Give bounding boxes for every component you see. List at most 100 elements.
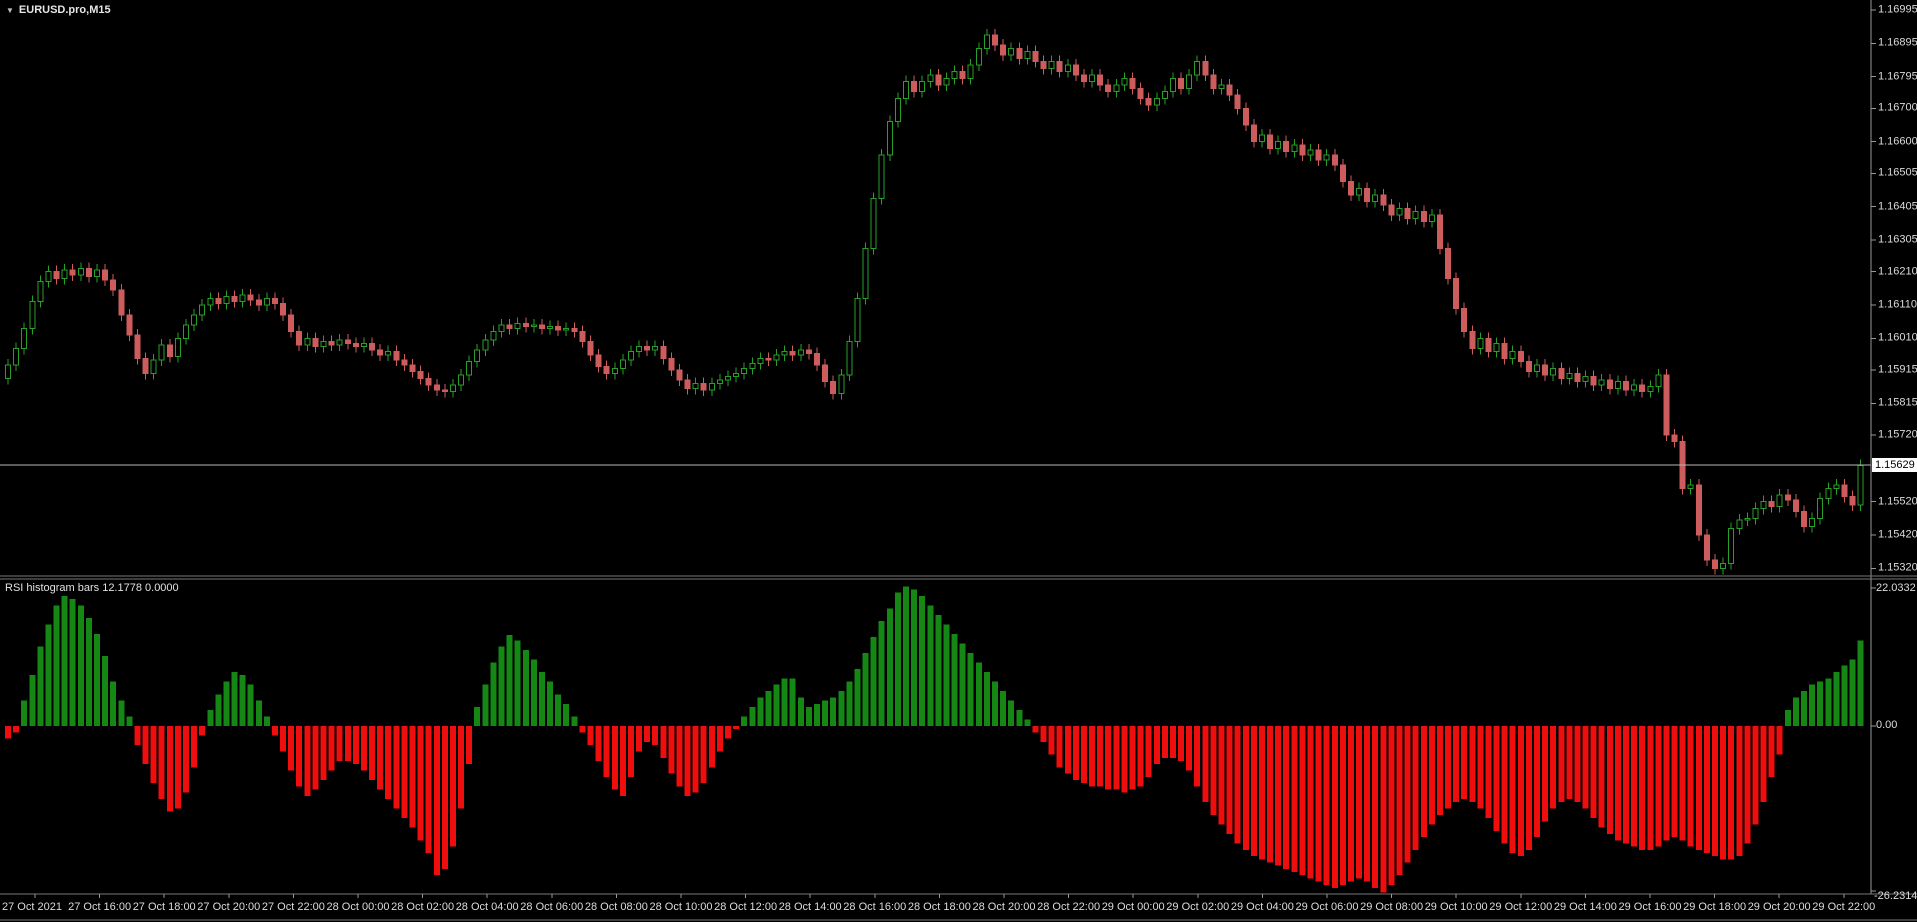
bear-candle (539, 325, 544, 328)
histogram-bar-up (1858, 640, 1864, 726)
bear-candle (685, 380, 690, 388)
histogram-bar-down (604, 726, 610, 777)
price-axis-label: 1.16700 (1878, 102, 1917, 115)
histogram-bar-down (1534, 726, 1540, 837)
price-axis-label: 1.15520 (1878, 495, 1917, 508)
histogram-bar-up (838, 691, 844, 726)
chart-canvas[interactable] (0, 0, 1917, 922)
bull-candle (620, 360, 625, 368)
bear-candle (1316, 150, 1321, 160)
bear-candle (353, 343, 358, 346)
histogram-bar-up (757, 697, 763, 726)
histogram-bar-down (1502, 726, 1508, 843)
histogram-bar-down (1704, 726, 1710, 853)
histogram-bar-down (1744, 726, 1750, 843)
histogram-bar-up (822, 701, 828, 726)
histogram-bar-down (1510, 726, 1516, 853)
histogram-bar-down (612, 726, 618, 790)
histogram-bar-up (498, 647, 504, 726)
histogram-bar-down (685, 726, 691, 796)
bull-candle (1259, 135, 1264, 142)
histogram-bar-down (288, 726, 294, 770)
histogram-bar-down (1639, 726, 1645, 850)
histogram-bar-down (1437, 726, 1443, 815)
bear-candle (1098, 75, 1103, 85)
bear-candle (70, 270, 75, 275)
bull-candle (1373, 195, 1378, 202)
bull-candle (1510, 352, 1515, 359)
histogram-bar-down (167, 726, 173, 812)
bear-candle (1381, 195, 1386, 205)
histogram-bar-down (410, 726, 416, 828)
histogram-bar-down (1469, 726, 1475, 802)
histogram-bar-up (903, 586, 909, 726)
bear-candle (1850, 497, 1855, 505)
bear-candle (1284, 142, 1289, 152)
histogram-bar-down (1461, 726, 1467, 799)
bear-candle (912, 82, 917, 92)
bear-candle (127, 315, 132, 335)
histogram-bar-down (1356, 726, 1362, 878)
bull-candle (6, 365, 11, 378)
bear-candle (1041, 62, 1046, 69)
histogram-bar-up (790, 678, 796, 726)
histogram-bar-up (1793, 697, 1799, 726)
histogram-bar-down (1332, 726, 1338, 888)
histogram-bar-down (337, 726, 343, 761)
histogram-bar-down (579, 726, 585, 732)
histogram-bar-up (523, 650, 529, 726)
bear-candle (370, 343, 375, 350)
time-axis-label: 27 Oct 2021 (2, 901, 62, 914)
bear-candle (103, 270, 108, 280)
bull-candle (483, 340, 488, 350)
histogram-bar-down (1081, 726, 1087, 783)
bear-candle (1793, 500, 1798, 512)
histogram-bar-down (1396, 726, 1402, 875)
bull-candle (337, 340, 342, 345)
bull-candle (491, 332, 496, 340)
bear-candle (1696, 485, 1701, 535)
histogram-bar-down (676, 726, 682, 786)
histogram-bar-down (1162, 726, 1168, 758)
price-axis-label: 1.16600 (1878, 135, 1917, 148)
histogram-bar-up (911, 589, 917, 726)
histogram-bar-up (774, 685, 780, 726)
histogram-bar-down (1680, 726, 1686, 840)
histogram-bar-down (401, 726, 407, 818)
bull-candle (928, 75, 933, 82)
bear-candle (1073, 65, 1078, 75)
bear-candle (645, 347, 650, 350)
time-axis-label: 28 Oct 02:00 (391, 901, 454, 914)
histogram-bar-down (1348, 726, 1354, 882)
histogram-bar-up (968, 653, 974, 726)
bull-candle (1090, 75, 1095, 82)
bear-candle (442, 390, 447, 392)
bull-candle (1826, 488, 1831, 498)
bear-candle (119, 290, 124, 315)
bear-candle (289, 315, 294, 332)
bull-candle (1761, 502, 1766, 509)
bull-candle (264, 298, 269, 305)
bull-candle (1648, 387, 1653, 392)
bear-candle (1211, 75, 1216, 88)
histogram-bar-up (490, 663, 496, 727)
bull-candle (1357, 188, 1362, 195)
bear-candle (297, 332, 302, 345)
bull-candle (774, 355, 779, 360)
bear-candle (1179, 78, 1184, 88)
price-axis-label: 1.16505 (1878, 167, 1917, 180)
time-axis-label: 29 Oct 14:00 (1554, 901, 1617, 914)
price-axis-label: 1.16795 (1878, 70, 1917, 83)
histogram-bar-down (1453, 726, 1459, 802)
histogram-bar-down (628, 726, 634, 777)
bear-candle (216, 298, 221, 303)
bull-candle (628, 352, 633, 360)
histogram-bar-up (507, 635, 513, 726)
bull-candle (515, 323, 520, 328)
bear-candle (1486, 338, 1491, 351)
histogram-bar-down (1688, 726, 1694, 847)
histogram-bar-up (887, 609, 893, 726)
histogram-bar-down (587, 726, 593, 745)
chevron-down-icon[interactable]: ▼ (6, 6, 14, 15)
bear-candle (1672, 435, 1677, 442)
